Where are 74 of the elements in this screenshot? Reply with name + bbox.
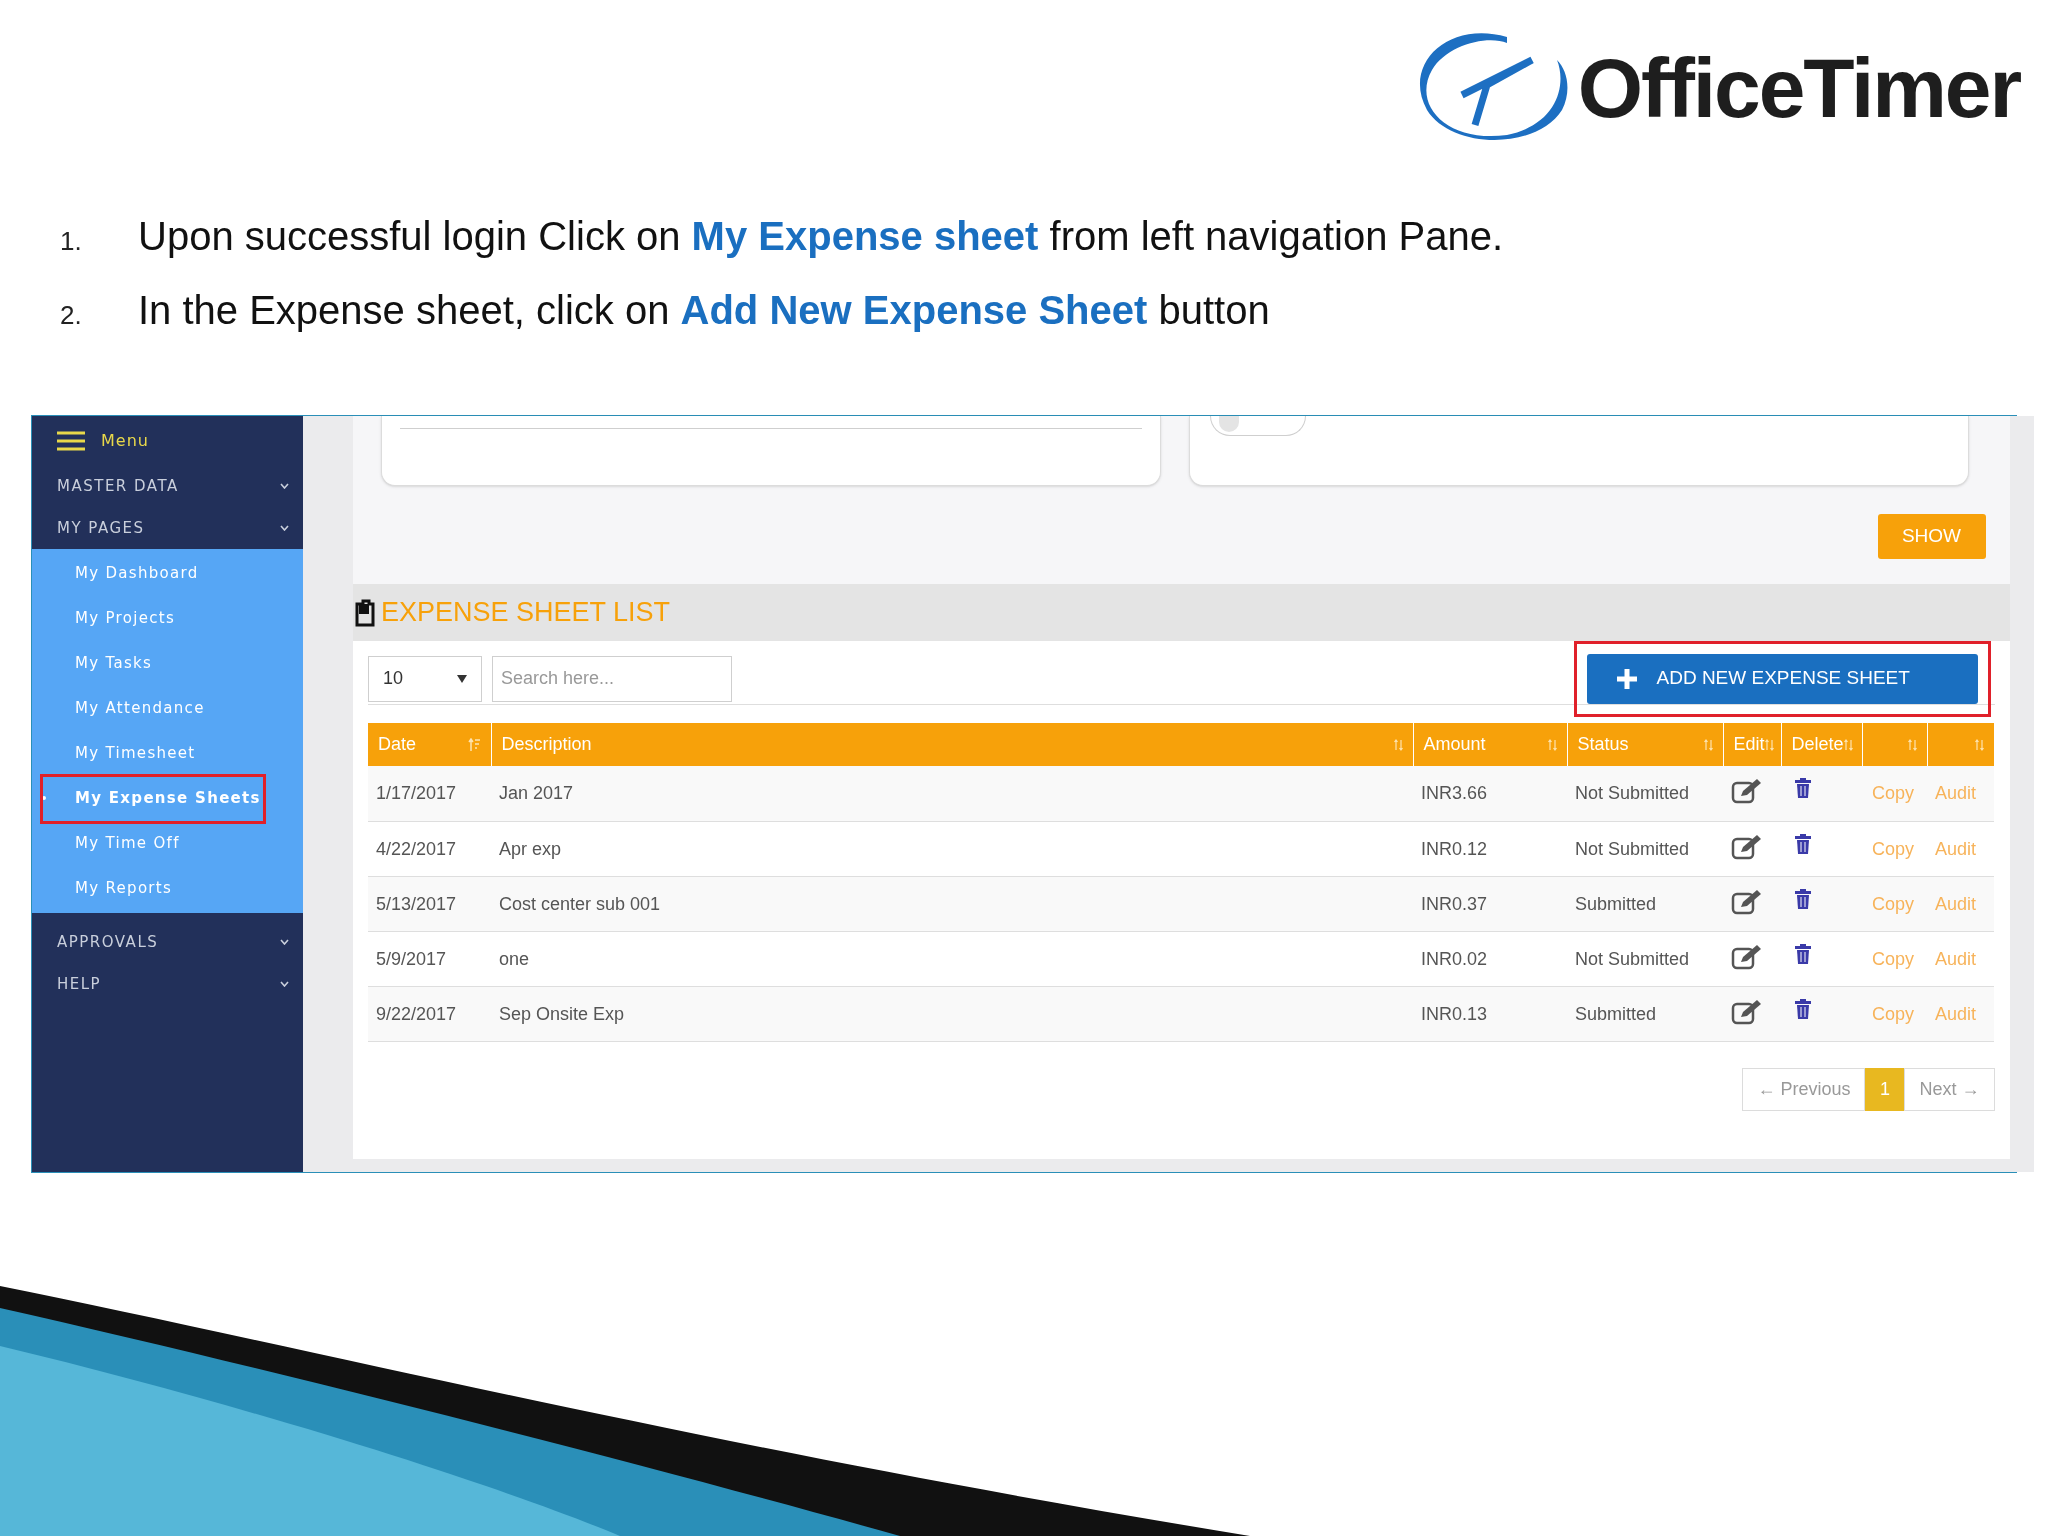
table-cell: 5/9/2017 [376,948,447,969]
menu-icon[interactable] [57,430,85,451]
chevron-icon [280,483,289,489]
sidebar-item[interactable]: My Dashboard [32,551,199,596]
audit-link[interactable]: Audit [1935,1003,1977,1024]
table-cell: Submitted [1575,1003,1657,1024]
sidebar-item[interactable]: My Projects [32,596,176,641]
copy-link[interactable]: Copy [1872,783,1915,803]
instruction-text: Upon successful login Click on My Expense sheet from left navigation Pane. [138,213,1504,260]
sidebar-section[interactable]: MY PAGES [32,507,303,549]
trash-icon[interactable] [1795,998,1811,1019]
table-cell: Cost center sub 001 [499,893,661,914]
table-cell: INR0.02 [1421,948,1488,969]
table-cell: Sep Onsite Exp [499,1003,625,1024]
table-cell: Apr exp [499,838,562,859]
sidebar-section[interactable]: MASTER DATA [32,465,303,507]
edit-icon[interactable] [1731,778,1763,804]
table-cell: 1/17/2017 [376,783,457,803]
sidebar-item[interactable]: My Expense Sheets [32,776,261,821]
audit-link[interactable]: Audit [1935,783,1977,803]
instruction-text: In the Expense sheet, click on Add New Expense Sheet button [138,287,1270,334]
table-cell: INR0.13 [1421,1003,1488,1024]
chevron-icon [280,525,289,531]
table-cell: Not Submitted [1575,948,1690,969]
audit-link[interactable]: Audit [1935,893,1977,914]
trash-icon[interactable] [1795,888,1811,909]
trash-icon[interactable] [1795,943,1811,964]
edit-icon[interactable] [1731,943,1763,970]
chevron-icon [280,939,289,945]
table-cell: INR3.66 [1421,783,1488,803]
sidebar-section[interactable]: APPROVALS [32,921,303,963]
table-cell: Not Submitted [1575,783,1690,803]
add-expense-sheet-button[interactable]: ADD NEW EXPENSE SHEET [1586,653,1978,704]
trash-icon[interactable] [1795,778,1811,798]
table-cell: 5/13/2017 [376,893,457,914]
search-field[interactable]: Search here... [492,655,732,702]
trash-icon[interactable] [1795,833,1811,854]
audit-link[interactable]: Audit [1935,948,1977,969]
table-cell: 9/22/2017 [376,1003,457,1024]
previous-button[interactable]: ← Previous [1742,1067,1866,1111]
edit-icon[interactable] [1731,888,1763,915]
plus-icon [1614,666,1639,691]
dropdown-arrow-icon [457,674,467,683]
copy-link[interactable]: Copy [1872,838,1915,859]
table-cell: Not Submitted [1575,838,1690,859]
copy-link[interactable]: Copy [1872,1003,1915,1024]
sidebar-item[interactable]: My Tasks [32,641,153,686]
toggle-switch[interactable] [1210,416,1306,436]
show-button[interactable]: SHOW [1877,514,1986,559]
table-cell: INR0.12 [1421,838,1488,859]
table-cell: INR0.37 [1421,893,1488,914]
audit-link[interactable]: Audit [1935,838,1977,859]
sidebar-section[interactable]: HELP [32,963,303,1005]
sidebar-item[interactable]: My Reports [32,866,173,911]
edit-icon[interactable] [1731,998,1763,1025]
sidebar-item[interactable]: My Attendance [32,686,205,731]
table-cell: Submitted [1575,893,1657,914]
chevron-icon [280,981,289,987]
table-cell: Jan 2017 [499,783,574,803]
sidebar-item[interactable]: My Timesheet [32,731,196,776]
step-number: 2. [60,299,83,332]
next-button[interactable]: Next → [1904,1067,1995,1111]
page-size-select[interactable]: 10 [368,655,482,702]
page-button[interactable]: 1 [1865,1067,1905,1111]
list-title: EXPENSE SHEET LIST [381,596,671,630]
sidebar-item[interactable]: My Time Off [32,821,180,866]
table-cell: 4/22/2017 [376,838,457,859]
edit-icon[interactable] [1731,833,1763,860]
step-number: 1. [60,225,83,258]
copy-link[interactable]: Copy [1872,893,1915,914]
menu-label: Menu [101,429,149,452]
table-cell: one [499,948,530,969]
copy-link[interactable]: Copy [1872,948,1915,969]
logo-text: OfficeTimer [1577,45,2020,130]
